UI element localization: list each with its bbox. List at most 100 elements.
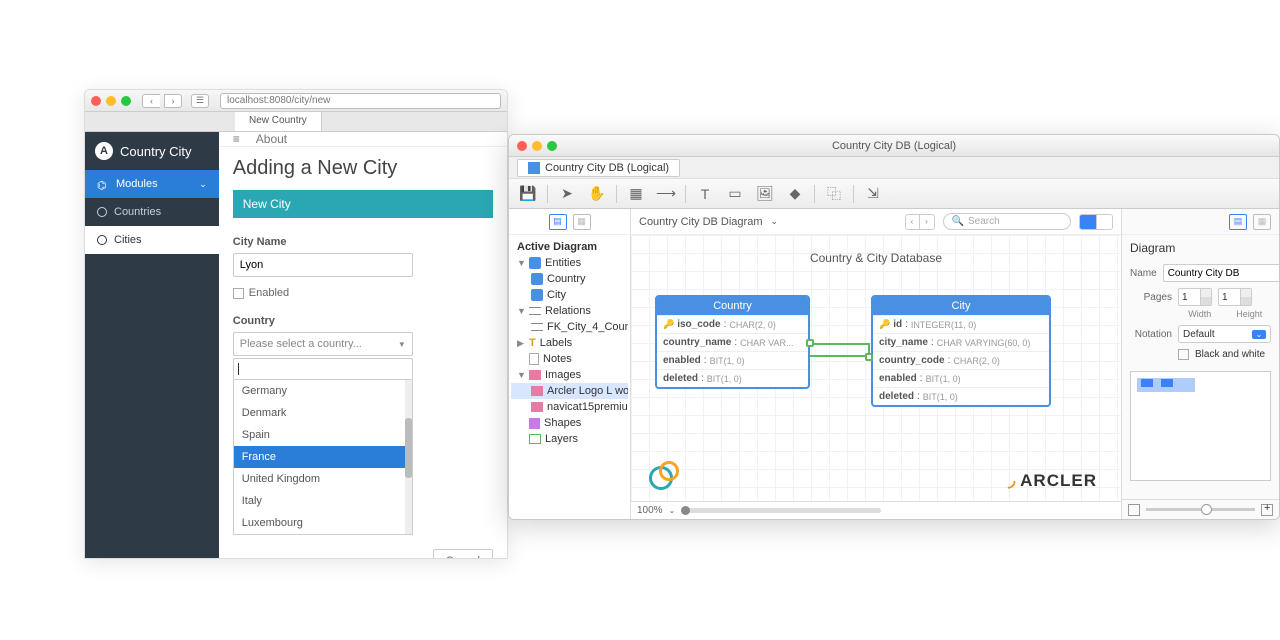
dropdown-option[interactable]: Luxembourg: [234, 512, 412, 534]
tab-new-country[interactable]: New Country: [235, 112, 322, 131]
zoom-out-button[interactable]: [1128, 504, 1140, 516]
relation-icon[interactable]: ⟶: [655, 184, 677, 204]
dropdown-option[interactable]: Denmark: [234, 402, 412, 424]
tree-images[interactable]: ▼Images: [511, 367, 628, 383]
db-tabbar: Country City DB (Logical): [509, 157, 1279, 179]
tree-relations[interactable]: ▼Relations: [511, 303, 628, 319]
pager[interactable]: ‹›: [905, 214, 935, 230]
dropdown-option[interactable]: France: [234, 446, 412, 468]
note-icon[interactable]: ▭: [724, 184, 746, 204]
export-icon[interactable]: ⇲: [862, 184, 884, 204]
pages-width-stepper[interactable]: 1: [1178, 288, 1212, 306]
sidebar-item-modules[interactable]: ⌬Modules ⌄: [85, 170, 219, 198]
sidebar-item-countries[interactable]: Countries: [85, 198, 219, 226]
form-buttons: Cancel: [433, 549, 493, 559]
enabled-row[interactable]: Enabled: [233, 287, 493, 299]
diagram-name-input[interactable]: [1163, 264, 1280, 282]
canvas-title: Country & City Database: [631, 251, 1121, 265]
url-bar[interactable]: localhost:8080/city/new: [220, 93, 501, 109]
dropdown-option[interactable]: United Kingdom: [234, 468, 412, 490]
tree-image-1[interactable]: Arcler Logo L woit...: [511, 383, 628, 399]
left-view-toggle: ▤ ▦: [509, 209, 630, 235]
image-icon[interactable]: 🖼: [754, 184, 776, 204]
panel-layout-toggle[interactable]: [1079, 214, 1113, 230]
table-icon[interactable]: ▦: [625, 184, 647, 204]
country-search-input[interactable]: [233, 358, 413, 380]
entity-column: deleted: BIT(1, 0): [657, 369, 808, 387]
entity-icon: [531, 273, 543, 285]
db-tab[interactable]: Country City DB (Logical): [517, 159, 680, 177]
sidebar-toggle-button[interactable]: ☰: [191, 94, 209, 108]
scroll-track[interactable]: [681, 508, 881, 513]
tree-fk[interactable]: FK_City_4_Country: [511, 319, 628, 335]
topbar: ≡ About: [219, 132, 507, 147]
text-cursor-icon: [238, 363, 239, 375]
dropdown-icon[interactable]: ⌄: [770, 216, 778, 227]
tree-labels[interactable]: ▶TLabels: [511, 335, 628, 351]
entity-city[interactable]: City 🔑id: INTEGER(11, 0)city_name: CHAR …: [871, 295, 1051, 407]
tree-shapes[interactable]: ▶Shapes: [511, 415, 628, 431]
tree-notes[interactable]: ▶Notes: [511, 351, 628, 367]
checkbox-icon[interactable]: [1178, 349, 1189, 360]
city-name-input[interactable]: [233, 253, 413, 277]
back-button[interactable]: ‹: [142, 94, 160, 108]
chevron-down-icon: ⌄: [199, 179, 207, 190]
canvas[interactable]: Country & City Database Country 🔑iso_cod…: [631, 235, 1121, 501]
entity-country[interactable]: Country 🔑iso_code: CHAR(2, 0)country_nam…: [655, 295, 810, 389]
tree-image-2[interactable]: navicat15premium...: [511, 399, 628, 415]
minimap[interactable]: [1130, 371, 1271, 481]
select-placeholder: Please select a country...: [240, 338, 362, 350]
forward-button[interactable]: ›: [164, 94, 182, 108]
tree-entity-country[interactable]: Country: [511, 271, 628, 287]
sidebar-item-label: Modules: [116, 178, 158, 190]
props-view-icon[interactable]: ▤: [1229, 214, 1247, 230]
minimize-icon[interactable]: [106, 96, 116, 106]
canvas-search[interactable]: 🔍Search: [943, 213, 1071, 230]
tree-entities[interactable]: ▼Entities: [511, 255, 628, 271]
relation-icon: [529, 307, 541, 315]
cancel-button[interactable]: Cancel: [433, 549, 493, 559]
menu-icon[interactable]: ≡: [233, 132, 240, 146]
dropdown-option[interactable]: Germany: [234, 380, 412, 402]
tree-layers[interactable]: ▶Layers: [511, 431, 628, 447]
prop-bw[interactable]: Black and white: [1122, 346, 1279, 363]
text-icon[interactable]: T: [694, 184, 716, 204]
hand-icon[interactable]: ✋: [586, 184, 608, 204]
notation-select[interactable]: Default⌄: [1178, 325, 1271, 343]
pages-height-stepper[interactable]: 1: [1218, 288, 1252, 306]
save-icon[interactable]: 💾: [517, 184, 539, 204]
close-icon[interactable]: [91, 96, 101, 106]
nav-about[interactable]: About: [256, 132, 287, 146]
panel-header: New City: [233, 190, 493, 218]
sidebar-item-cities[interactable]: Cities: [85, 226, 219, 254]
pointer-icon[interactable]: ➤: [556, 184, 578, 204]
maximize-icon[interactable]: [121, 96, 131, 106]
minimap-entity-icon: [1161, 379, 1173, 387]
diagram-name: Country City DB Diagram: [639, 216, 762, 228]
props-alt-view-icon[interactable]: ▦: [1253, 214, 1271, 230]
country-dropdown: GermanyDenmarkSpainFranceUnited KingdomI…: [233, 380, 413, 535]
sidebar-item-label: Cities: [114, 234, 142, 246]
checkbox-icon[interactable]: [233, 288, 244, 299]
window-controls: [91, 96, 131, 106]
relation-line[interactable]: [810, 343, 870, 357]
country-select[interactable]: Please select a country... ▼: [233, 332, 413, 356]
entity-column: country_name: CHAR VAR...: [657, 333, 808, 351]
dropdown-option[interactable]: Spain: [234, 424, 412, 446]
zoom-dropdown-icon[interactable]: ⌄: [669, 506, 676, 515]
zoom-track[interactable]: [1146, 508, 1255, 511]
zoom-thumb[interactable]: [1201, 504, 1212, 515]
layout-icon[interactable]: ⿻: [823, 184, 845, 204]
search-placeholder: Search: [968, 216, 1000, 227]
zoom-in-button[interactable]: +: [1261, 504, 1273, 516]
window-title: Country City DB (Logical): [509, 140, 1279, 152]
db-icon: [528, 162, 540, 174]
db-toolbar: 💾 ➤ ✋ ▦ ⟶ T ▭ 🖼 ◆ ⿻ ⇲: [509, 179, 1279, 209]
view-list-icon[interactable]: ▤: [549, 214, 567, 230]
shape-icon[interactable]: ◆: [784, 184, 806, 204]
entity-column: enabled: BIT(1, 0): [657, 351, 808, 369]
dropdown-option[interactable]: Italy: [234, 490, 412, 512]
tree-entity-city[interactable]: City: [511, 287, 628, 303]
view-grid-icon[interactable]: ▦: [573, 214, 591, 230]
scroll-thumb[interactable]: [681, 506, 690, 515]
